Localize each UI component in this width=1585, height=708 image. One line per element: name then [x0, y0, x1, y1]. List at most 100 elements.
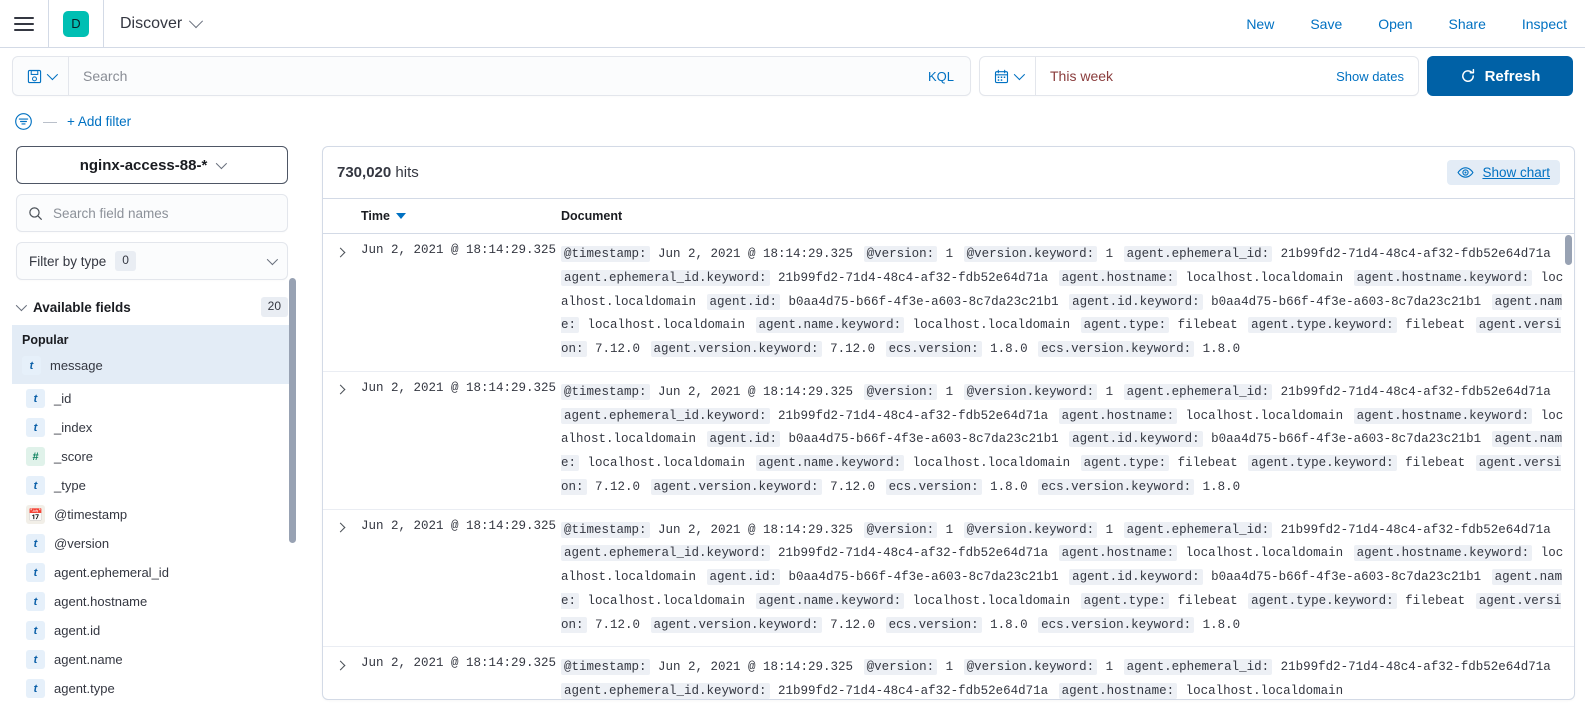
document-field-value: filebeat [1170, 318, 1246, 333]
document-field-key: agent.id.keyword: [1069, 569, 1203, 585]
app-name-menu[interactable]: Discover [104, 0, 217, 48]
field-item-_score[interactable]: # _score [16, 442, 288, 471]
document-field-value: 1 [938, 247, 961, 261]
expand-cell [323, 371, 353, 510]
document-field-key: agent.version.keyword: [650, 478, 822, 495]
field-item-message[interactable]: t message [12, 351, 292, 380]
eye-icon [1457, 167, 1475, 178]
index-pattern-selector[interactable]: nginx-access-88-* [16, 146, 288, 184]
row-time: Jun 2, 2021 @ 18:14:29.325 [353, 371, 556, 510]
popular-fields-group: Popular t message [12, 325, 292, 384]
document-field-value: localhost.localdomain [1178, 684, 1344, 698]
document-field-key: agent.ephemeral_id.keyword: [561, 545, 770, 562]
sort-desc-icon [395, 213, 406, 219]
document-field-key: agent.ephemeral_id.keyword: [561, 683, 770, 699]
field-item-version[interactable]: t @version [16, 529, 288, 558]
date-picker: This week Show dates [979, 56, 1419, 96]
new-button[interactable]: New [1228, 16, 1292, 32]
field-item-_id[interactable]: t _id [16, 384, 288, 413]
document-field-value: b0aa4d75-b66f-4f3e-a603-8c7da23c21b1 [781, 570, 1067, 584]
show-chart-button[interactable]: Show chart [1447, 160, 1560, 185]
expand-row-button[interactable] [331, 381, 349, 399]
field-type-string-icon: t [26, 563, 45, 582]
date-quick-select-button[interactable] [980, 57, 1036, 95]
document-field-value: 21b99fd2-71d4-48c4-af32-fdb52e64d71a [770, 684, 1056, 698]
document-field-value: 1.8.0 [982, 617, 1036, 632]
document-field-key: @timestamp: [561, 659, 650, 676]
table-row[interactable]: Jun 2, 2021 @ 18:14:29.325 @timestamp: J… [323, 509, 1574, 648]
column-header-time: Time [353, 199, 553, 234]
refresh-button[interactable]: Refresh [1427, 56, 1573, 96]
add-filter-button[interactable]: + Add filter [67, 114, 131, 129]
chevron-down-icon [15, 299, 28, 312]
document-field-key: @version: [863, 659, 938, 676]
field-item-agent-ephemeral-id[interactable]: t agent.ephemeral_id [16, 558, 288, 587]
document-field-value: localhost.localdomain [1178, 408, 1351, 423]
hits-counter: 730,020 hits [337, 164, 419, 181]
filter-separator: — [43, 113, 57, 129]
document-field-value: 1 [1098, 522, 1121, 537]
expand-row-button[interactable] [331, 519, 349, 537]
query-language-button[interactable]: KQL [912, 69, 970, 84]
table-row[interactable]: Jun 2, 2021 @ 18:14:29.325 @timestamp: J… [323, 646, 1574, 699]
date-range-value[interactable]: This week [1036, 68, 1322, 84]
save-button[interactable]: Save [1292, 16, 1360, 32]
field-name: agent.ephemeral_id [54, 565, 169, 580]
document-field-key: ecs.version: [885, 341, 982, 357]
collapse-sidebar-button[interactable] [296, 148, 300, 170]
field-item-agent-hostname[interactable]: t agent.hostname [16, 587, 288, 616]
show-dates-button[interactable]: Show dates [1322, 69, 1418, 84]
document-field-value: 21b99fd2-71d4-48c4-af32-fdb52e64d71a [1273, 660, 1551, 675]
open-button[interactable]: Open [1360, 16, 1430, 32]
available-fields-count: 20 [260, 297, 288, 317]
document-field-value: 7.12.0 [822, 479, 883, 494]
table-row[interactable]: Jun 2, 2021 @ 18:14:29.325 @timestamp: J… [323, 371, 1574, 510]
document-field-value: filebeat [1170, 456, 1246, 470]
field-item-agent-version[interactable]: t agent.version [16, 703, 288, 708]
field-item-agent-type[interactable]: t agent.type [16, 674, 288, 703]
field-item-timestamp[interactable]: 📅 @timestamp [16, 500, 288, 529]
document-field-key: agent.version.keyword: [650, 341, 822, 357]
document-field-value: localhost.localdomain [1178, 270, 1351, 285]
filter-by-type-button[interactable]: Filter by type 0 [16, 242, 288, 280]
filter-icon[interactable] [14, 112, 33, 131]
document-field-value: 1 [938, 522, 961, 537]
search-input[interactable] [69, 68, 912, 84]
document-field-value: 1.8.0 [1195, 342, 1241, 356]
sidebar-scrollbar[interactable] [289, 278, 296, 543]
available-fields-header[interactable]: Available fields 20 [15, 293, 288, 321]
document-field-key: ecs.version.keyword: [1038, 478, 1195, 495]
document-field-key: agent.id.keyword: [1069, 431, 1203, 448]
chevron-right-icon [335, 660, 345, 671]
share-button[interactable]: Share [1431, 16, 1504, 32]
document-field-value: 1.8.0 [982, 479, 1036, 494]
sort-time-button[interactable]: Time [361, 209, 406, 223]
expand-row-button[interactable] [331, 656, 349, 674]
saved-query-button[interactable] [13, 57, 69, 95]
documents-scrollbar[interactable] [1565, 235, 1572, 265]
field-sidebar: nginx-access-88-* Filter by type 0 Avail… [0, 138, 300, 708]
document-field-value: b0aa4d75-b66f-4f3e-a603-8c7da23c21b1 [1203, 570, 1489, 584]
table-row[interactable]: Jun 2, 2021 @ 18:14:29.325 @timestamp: J… [323, 233, 1574, 372]
document-field-value: 1.8.0 [1195, 479, 1241, 494]
row-document: @timestamp: Jun 2, 2021 @ 18:14:29.325 @… [553, 509, 1574, 648]
chevron-down-icon [46, 68, 58, 81]
hits-label: hits [395, 164, 419, 181]
document-field-value: 21b99fd2-71d4-48c4-af32-fdb52e64d71a [770, 546, 1056, 561]
expand-row-button[interactable] [331, 243, 349, 261]
field-item-agent-id[interactable]: t agent.id [16, 616, 288, 645]
document-field-value: 1 [938, 660, 961, 675]
document-field-value: b0aa4d75-b66f-4f3e-a603-8c7da23c21b1 [781, 432, 1067, 447]
field-search-input[interactable] [53, 205, 276, 221]
document-field-key: agent.version.keyword: [650, 616, 822, 633]
field-item-_index[interactable]: t _index [16, 413, 288, 442]
field-item-_type[interactable]: t _type [16, 471, 288, 500]
app-badge-wrapper[interactable]: D [49, 0, 103, 48]
field-item-agent-name[interactable]: t agent.name [16, 645, 288, 674]
chevron-right-icon [335, 247, 345, 257]
document-field-value: 7.12.0 [822, 342, 883, 356]
document-field-value: 21b99fd2-71d4-48c4-af32-fdb52e64d71a [770, 270, 1056, 285]
hamburger-menu-button[interactable] [0, 0, 48, 48]
document-field-key: agent.id: [706, 569, 781, 585]
inspect-button[interactable]: Inspect [1504, 16, 1585, 32]
